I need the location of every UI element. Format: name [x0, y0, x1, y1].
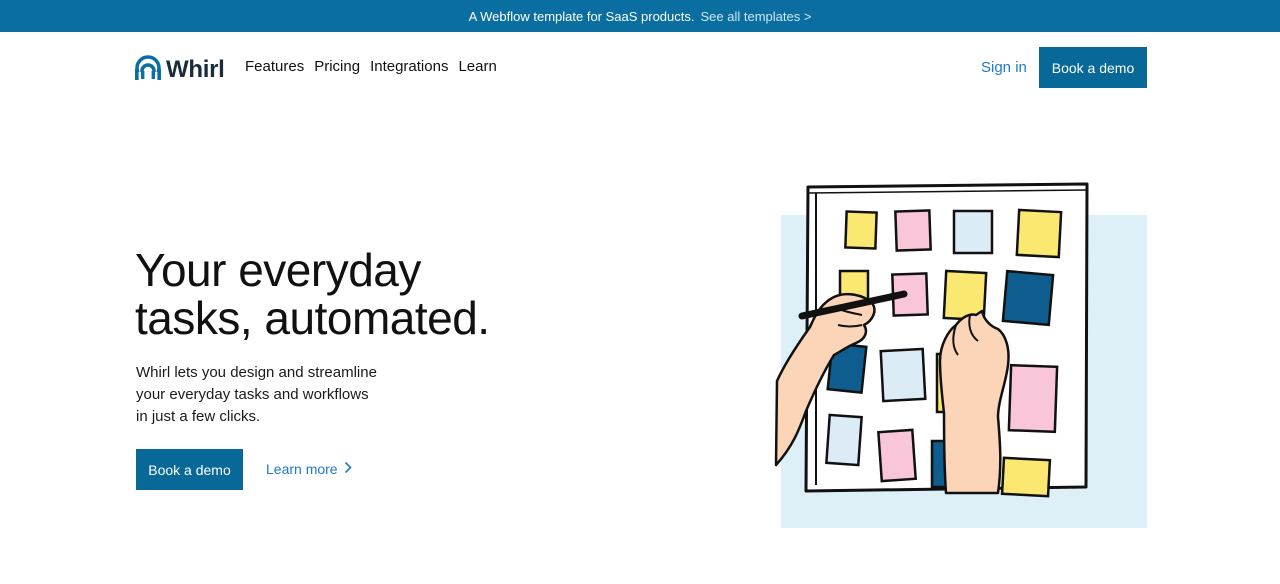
chevron-right-icon — [344, 461, 352, 477]
nav-item-learn[interactable]: Learn — [458, 58, 496, 75]
banner-text: A Webflow template for SaaS products. — [468, 8, 695, 24]
nav-book-demo-button[interactable]: Book a demo — [1039, 47, 1147, 88]
hero-subtitle: Whirl lets you design and streamline you… — [136, 362, 377, 428]
sign-in-link[interactable]: Sign in — [981, 59, 1027, 76]
learn-more-link[interactable]: Learn more — [266, 461, 352, 477]
hero-title-line: tasks, automated. — [135, 292, 490, 344]
hero-book-demo-button[interactable]: Book a demo — [136, 449, 243, 490]
see-all-templates-link[interactable]: See all templates > — [701, 9, 812, 24]
sticky-note — [1015, 208, 1063, 259]
nav-item-integrations[interactable]: Integrations — [370, 58, 448, 75]
announcement-banner: A Webflow template for SaaS products. Se… — [0, 0, 1280, 32]
hero-title-line: Your everyday — [135, 244, 421, 296]
sticky-notes-illustration — [772, 175, 1156, 535]
sticky-note — [1000, 456, 1052, 498]
top-navigation: Whirl Features Pricing Integrations Lear… — [0, 32, 1280, 104]
whirl-logo-icon — [134, 52, 162, 87]
logo-link[interactable]: Whirl — [134, 52, 225, 87]
sticky-note — [952, 209, 994, 255]
learn-more-label: Learn more — [266, 461, 338, 477]
sticky-note — [879, 347, 927, 403]
hero-subtitle-line: your everyday tasks and workflows — [136, 386, 369, 403]
sticky-note — [825, 413, 863, 467]
nav-item-pricing[interactable]: Pricing — [314, 58, 360, 75]
logo-text: Whirl — [166, 55, 225, 83]
sticky-note — [877, 428, 918, 483]
nav-item-features[interactable]: Features — [245, 58, 304, 75]
sticky-note — [844, 210, 878, 250]
main-menu: Features Pricing Integrations Learn — [245, 58, 497, 75]
sticky-note — [894, 209, 932, 252]
hero-title: Your everyday tasks, automated. — [135, 246, 490, 342]
sticky-note — [1001, 269, 1055, 327]
hero-subtitle-line: Whirl lets you design and streamline — [136, 364, 377, 381]
sticky-notes-board-illustration — [774, 182, 1147, 528]
sticky-note — [1007, 363, 1059, 434]
hero-subtitle-line: in just a few clicks. — [136, 408, 261, 425]
